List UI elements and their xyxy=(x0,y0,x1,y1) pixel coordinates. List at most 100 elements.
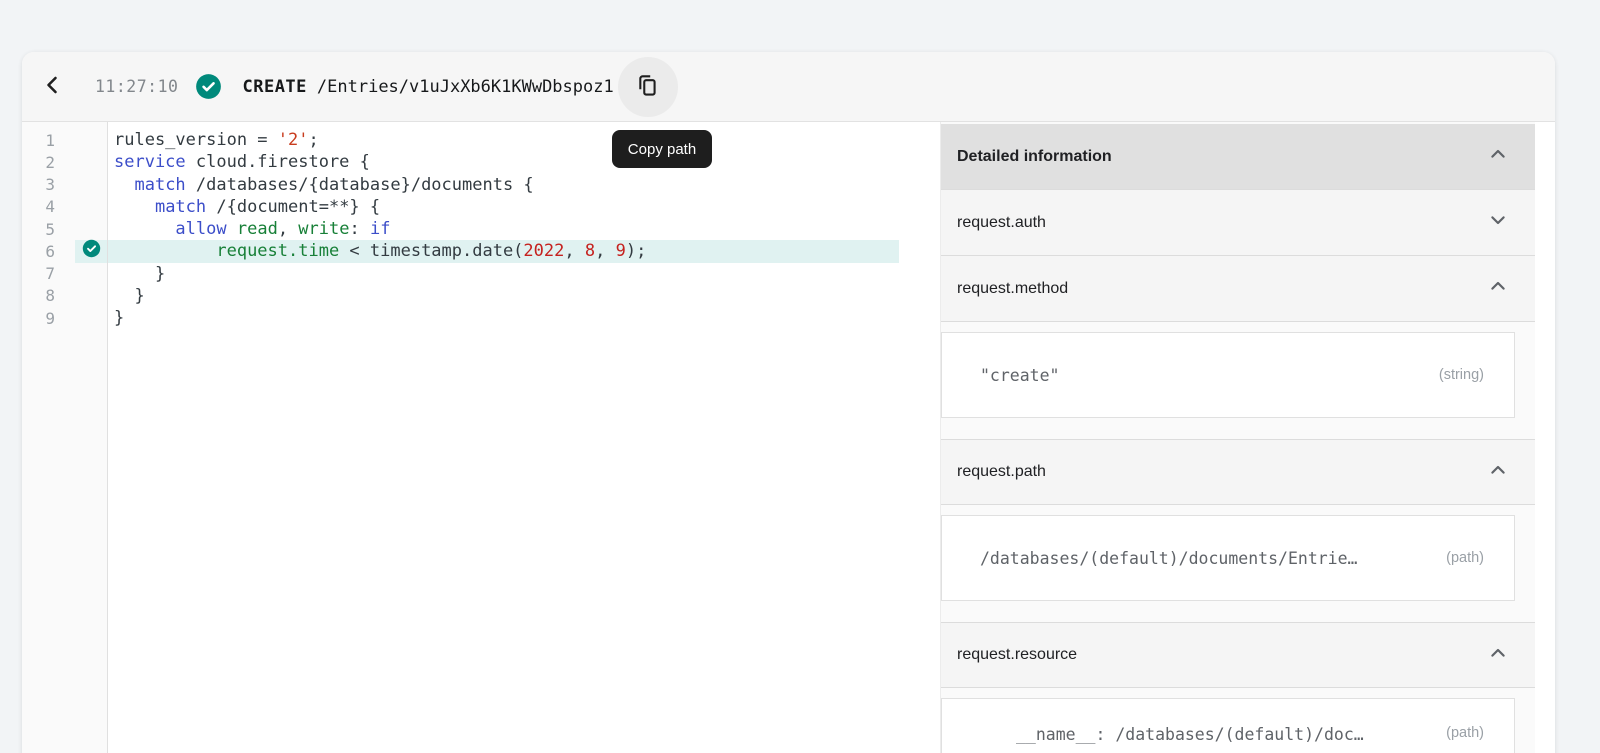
code-token: /{document=**} { xyxy=(206,197,380,217)
code-token: 9 xyxy=(616,241,626,261)
code-token: , xyxy=(595,241,615,261)
panel-section-request-auth[interactable]: request.auth xyxy=(941,190,1535,256)
code-token: } xyxy=(114,264,165,284)
code-token: request.time xyxy=(216,241,339,261)
value-card-request-path: /databases/(default)/documents/Entrie… (p… xyxy=(941,515,1515,601)
panel-gap xyxy=(941,601,1535,622)
code-token xyxy=(114,219,175,239)
copy-path-tooltip: Copy path xyxy=(612,130,712,168)
code-token: rules_version = xyxy=(114,130,278,150)
line-number: 6 xyxy=(22,242,55,261)
gutter-row-7: 7 xyxy=(22,263,107,285)
line-number: 5 xyxy=(22,220,55,239)
section-label: Detailed information xyxy=(957,148,1485,166)
gutter-row-2: 2 xyxy=(22,151,107,173)
chevron-up-icon xyxy=(1485,273,1511,304)
code-line-2[interactable]: service cloud.firestore { xyxy=(108,151,940,173)
gutter-badge xyxy=(75,196,107,218)
section-label: request.method xyxy=(957,280,1485,298)
rule-allowed-check-icon xyxy=(82,239,101,263)
code-token: cloud.firestore { xyxy=(186,152,370,172)
line-number: 3 xyxy=(22,175,55,194)
line-number: 8 xyxy=(22,286,55,305)
request-timestamp: 11:27:10 xyxy=(95,77,178,96)
line-number: 4 xyxy=(22,197,55,216)
gutter-row-3: 3 xyxy=(22,174,107,196)
chevron-up-icon xyxy=(1485,640,1511,671)
copy-icon xyxy=(635,73,660,101)
panel-gap xyxy=(941,418,1535,439)
panel-section-detailed-information[interactable]: Detailed information xyxy=(941,124,1535,190)
detail-panel-sections: Detailed information request.auth reques… xyxy=(940,122,1535,753)
panel-section-request-path[interactable]: request.path xyxy=(941,439,1535,505)
gutter-badge xyxy=(75,151,107,173)
code-token xyxy=(114,197,155,217)
gutter-badge xyxy=(75,218,107,240)
request-header: 11:27:10 CREATE /Entries/v1uJxXb6K1KWwDb… xyxy=(22,52,1555,122)
section-label: request.auth xyxy=(957,214,1485,232)
code-token xyxy=(114,175,134,195)
panel-gap xyxy=(941,322,1535,332)
panel-gap xyxy=(941,505,1535,515)
value-card-request-resource: __name__: /databases/(default)/doc… (path… xyxy=(941,698,1515,753)
code-token: '2' xyxy=(278,130,309,150)
gutter-badge xyxy=(75,174,107,196)
value-text: /databases/(default)/documents/Entrie… xyxy=(980,549,1358,568)
chevron-down-icon xyxy=(1485,207,1511,238)
request-body: 1 2 3 4 5 6 7 8 9 rules_version = '2';se… xyxy=(22,122,1555,753)
copy-path-button[interactable] xyxy=(618,57,678,117)
request-detail-card: 11:27:10 CREATE /Entries/v1uJxXb6K1KWwDb… xyxy=(22,52,1555,753)
panel-section-request-resource[interactable]: request.resource xyxy=(941,622,1535,688)
code-token: write xyxy=(298,219,349,239)
code-token: , xyxy=(278,219,298,239)
gutter-row-8: 8 xyxy=(22,285,107,307)
gutter-badge xyxy=(75,129,107,151)
code-token xyxy=(227,219,237,239)
code-token: < timestamp.date( xyxy=(339,241,523,261)
code-token: service xyxy=(114,152,186,172)
rules-code-editor[interactable]: rules_version = '2';service cloud.firest… xyxy=(108,122,940,753)
section-label: request.path xyxy=(957,463,1485,481)
value-card-request-method: "create"(string) xyxy=(941,332,1515,418)
code-token: read xyxy=(237,219,278,239)
request-method-label: CREATE xyxy=(242,77,306,97)
back-button[interactable] xyxy=(41,74,67,100)
code-line-9[interactable]: } xyxy=(108,307,940,329)
code-line-1[interactable]: rules_version = '2'; xyxy=(108,129,940,151)
code-token: match xyxy=(134,175,185,195)
code-token: ; xyxy=(308,130,318,150)
line-number: 7 xyxy=(22,264,55,283)
code-token: 8 xyxy=(585,241,595,261)
chevron-up-icon xyxy=(1485,141,1511,172)
panel-section-request-method[interactable]: request.method xyxy=(941,256,1535,322)
code-line-3[interactable]: match /databases/{database}/documents { xyxy=(108,174,940,196)
section-label: request.resource xyxy=(957,646,1485,664)
line-number: 2 xyxy=(22,153,55,172)
line-number: 9 xyxy=(22,309,55,328)
gutter-badge xyxy=(75,307,107,329)
code-token: } xyxy=(114,308,124,328)
code-line-6[interactable]: request.time < timestamp.date(2022, 8, 9… xyxy=(108,240,940,262)
value-text: "create" xyxy=(980,366,1059,385)
code-line-8[interactable]: } xyxy=(108,285,940,307)
value-text: __name__: /databases/(default)/doc… xyxy=(980,725,1364,744)
gutter-row-5: 5 xyxy=(22,218,107,240)
request-path-label: /Entries/v1uJxXb6K1KWwDbspoz1 xyxy=(317,77,614,97)
code-token: allow xyxy=(175,219,226,239)
detail-panel: Detailed information request.auth reques… xyxy=(940,122,1555,753)
panel-gap xyxy=(941,688,1535,698)
value-type-label: (path) xyxy=(1438,725,1484,741)
gutter-badge xyxy=(75,285,107,307)
chevron-up-icon xyxy=(1485,457,1511,488)
gutter-badge xyxy=(75,263,107,285)
code-line-5[interactable]: allow read, write: if xyxy=(108,218,940,240)
code-line-7[interactable]: } xyxy=(108,263,940,285)
code-line-4[interactable]: match /{document=**} { xyxy=(108,196,940,218)
editor-gutter: 1 2 3 4 5 6 7 8 9 xyxy=(22,122,108,753)
code-token: 2022 xyxy=(523,241,564,261)
chevron-left-icon xyxy=(41,73,65,100)
value-type-label: (path) xyxy=(1438,550,1484,566)
code-token: ); xyxy=(626,241,646,261)
line-number: 1 xyxy=(22,131,55,150)
gutter-row-6: 6 xyxy=(22,240,107,262)
